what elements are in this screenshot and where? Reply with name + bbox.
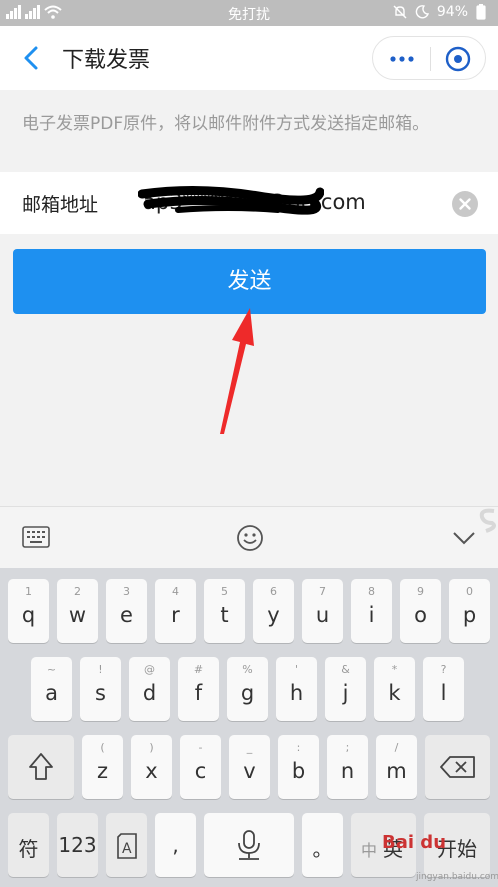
key-u[interactable]: 7u: [302, 579, 343, 643]
shift-icon: [29, 753, 53, 780]
shift-key[interactable]: [8, 735, 74, 799]
keyboard-icon[interactable]: [22, 525, 50, 549]
handwriting-icon: A: [117, 833, 137, 859]
key-n[interactable]: ; n: [327, 735, 368, 799]
lang-zh: 中: [361, 841, 378, 860]
bell-off-icon: [393, 5, 407, 19]
key-h[interactable]: ' h: [276, 657, 317, 721]
key-m[interactable]: / m: [376, 735, 417, 799]
key-p[interactable]: 0p: [449, 579, 490, 643]
clear-input-button[interactable]: [452, 191, 478, 217]
sogou-logo-icon: [479, 508, 496, 533]
key-w[interactable]: 2w: [57, 579, 98, 643]
send-button[interactable]: 发送: [13, 249, 486, 314]
battery-icon: [476, 4, 486, 20]
baidu-watermark: Bai du: [382, 832, 447, 853]
capsule-divider: [430, 47, 431, 71]
key-x[interactable]: ) x: [131, 735, 172, 799]
status-right: 94%: [393, 4, 486, 20]
comma-key[interactable]: ,: [155, 813, 196, 877]
email-row: 邮箱地址 ap3********@qq.com: [0, 172, 498, 234]
page-title: 下载发票: [62, 48, 151, 73]
mini-program-capsule: [372, 36, 486, 80]
key-i[interactable]: 8i: [351, 579, 392, 643]
key-y[interactable]: 6y: [253, 579, 294, 643]
key-v[interactable]: _ v: [229, 735, 270, 799]
period-key[interactable]: 。: [302, 813, 343, 877]
svg-text:A: A: [122, 841, 132, 857]
key-b[interactable]: :b: [278, 735, 319, 799]
numbers-key[interactable]: 123: [57, 813, 98, 877]
battery-percent: 94%: [436, 4, 468, 20]
more-icon[interactable]: [387, 49, 417, 69]
nav-header: 下载发票: [0, 26, 498, 90]
voice-space-key[interactable]: [204, 813, 294, 877]
chevron-down-icon[interactable]: [451, 529, 477, 547]
emoji-icon[interactable]: [236, 524, 264, 552]
key-a[interactable]: ~ a: [31, 657, 72, 721]
key-r[interactable]: 4r: [155, 579, 196, 643]
back-icon[interactable]: [18, 44, 46, 72]
redaction-scribble: [138, 185, 324, 215]
keyboard-toolbar: [0, 506, 498, 568]
close-mini-program-icon[interactable]: [443, 44, 473, 74]
key-d[interactable]: @ d: [129, 657, 170, 721]
key-g[interactable]: % g: [227, 657, 268, 721]
symbols-key[interactable]: 符: [8, 813, 49, 877]
baidu-watermark-site: jingyan.baidu.com: [416, 872, 498, 882]
backspace-key[interactable]: [425, 735, 490, 799]
key-f[interactable]: # f: [178, 657, 219, 721]
red-arrow-annotation: [220, 308, 254, 434]
handwriting-key[interactable]: A: [106, 813, 147, 877]
key-o[interactable]: 9o: [400, 579, 441, 643]
key-l[interactable]: ? l: [423, 657, 464, 721]
key-c[interactable]: -c: [180, 735, 221, 799]
clear-icon: [459, 198, 471, 210]
key-e[interactable]: 3e: [106, 579, 147, 643]
key-j[interactable]: & j: [325, 657, 366, 721]
key-z[interactable]: (z: [82, 735, 123, 799]
microphone-icon: [238, 830, 260, 860]
key-q[interactable]: 1q: [8, 579, 49, 643]
key-k[interactable]: * k: [374, 657, 415, 721]
status-bar: 免打扰 94%: [0, 0, 498, 26]
key-s[interactable]: ! s: [80, 657, 121, 721]
email-label: 邮箱地址: [22, 194, 99, 216]
hint-text: 电子发票PDF原件，将以邮件附件方式发送指定邮箱。: [22, 114, 430, 134]
key-t[interactable]: 5t: [204, 579, 245, 643]
moon-icon: [415, 5, 429, 19]
backspace-icon: [440, 756, 475, 778]
